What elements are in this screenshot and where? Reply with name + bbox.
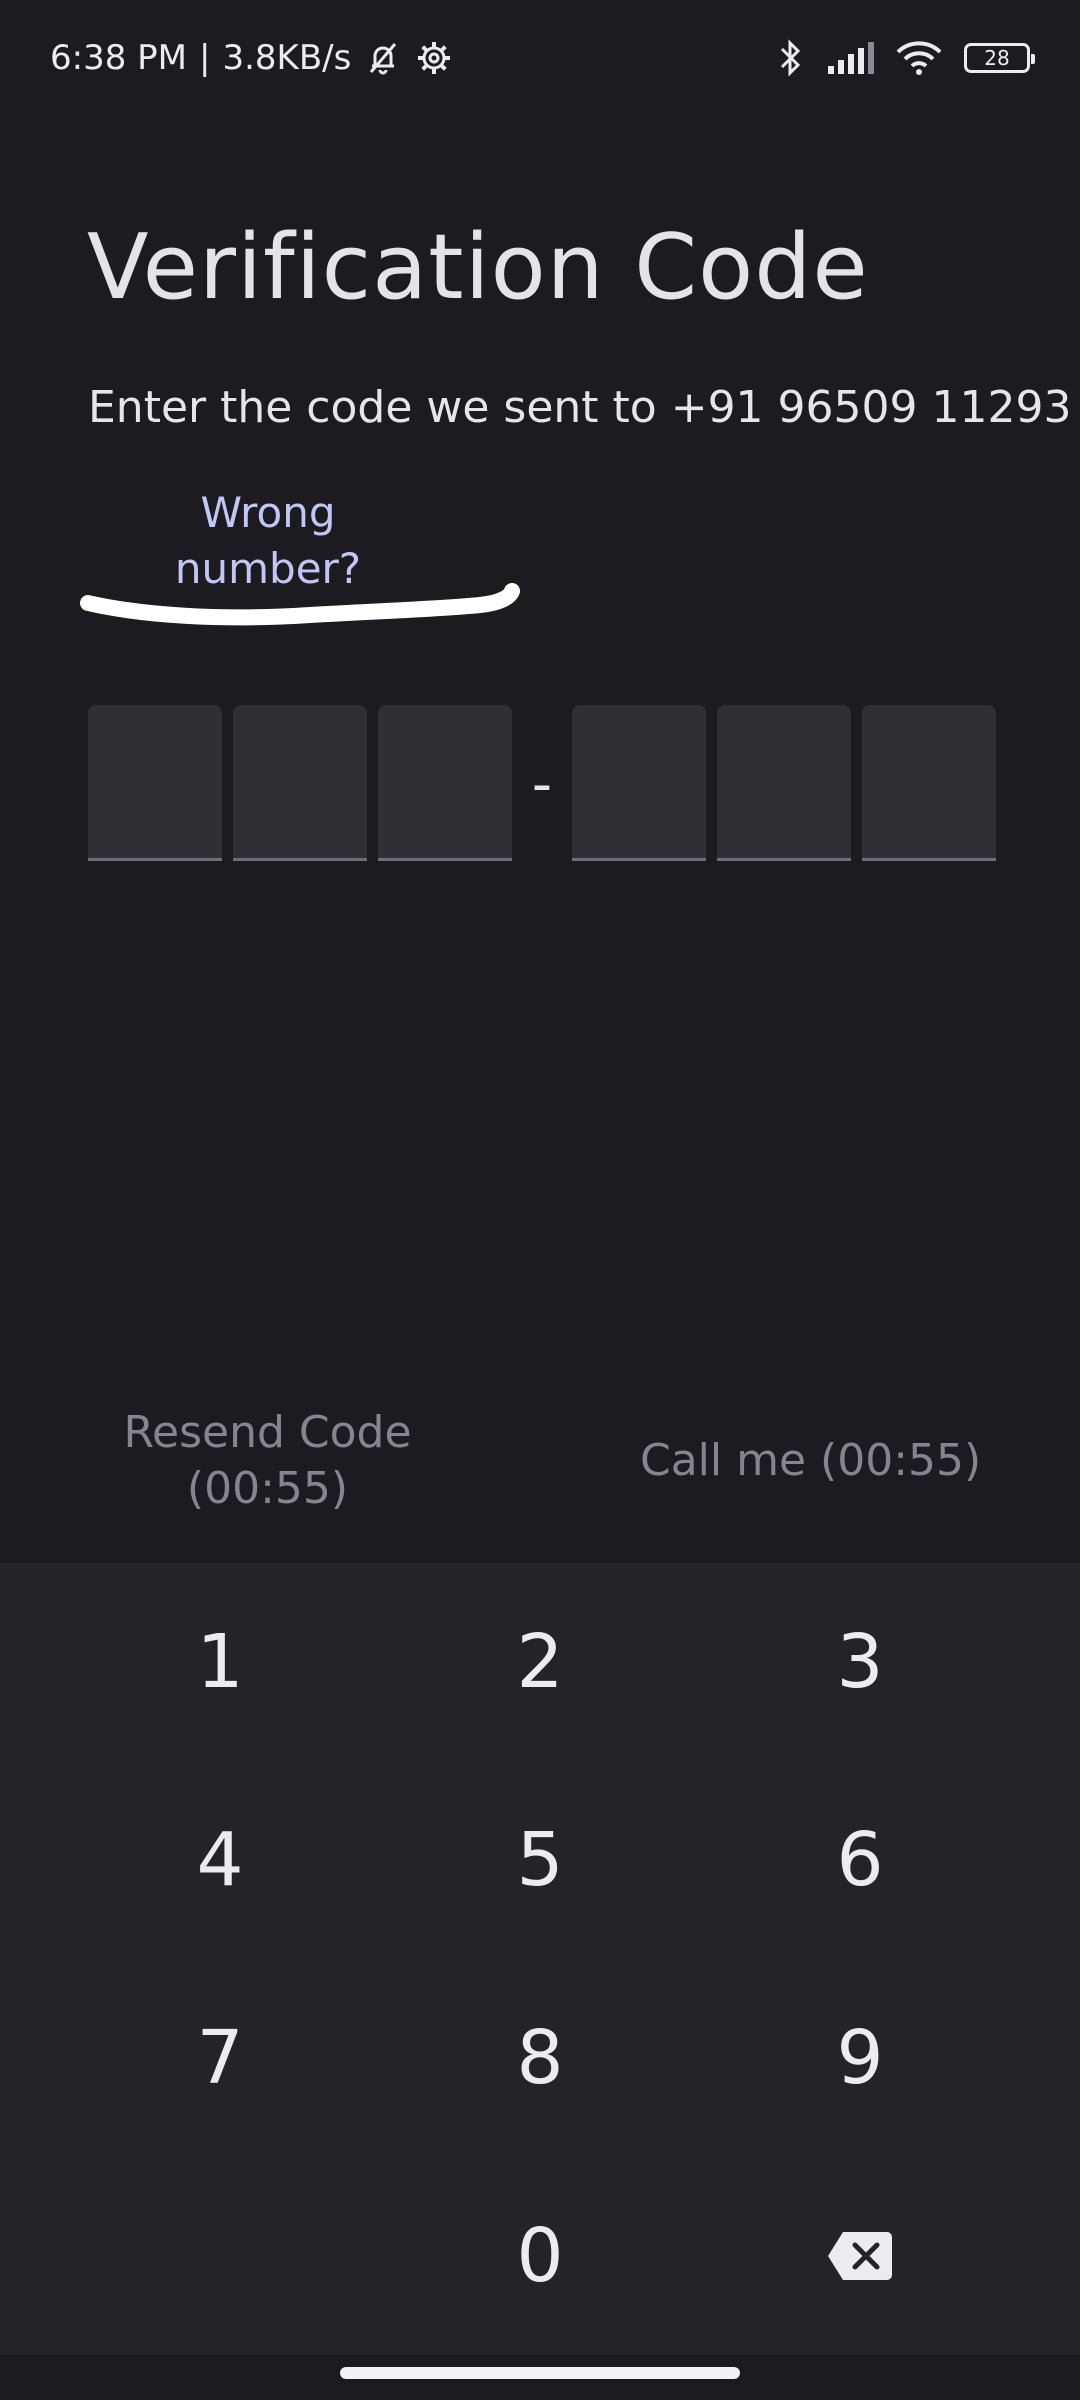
code-digit-6[interactable] <box>862 705 996 861</box>
battery-indicator: 28 <box>964 43 1035 73</box>
wrong-number-line1: Wrong <box>200 488 336 537</box>
resend-label: Resend Code <box>123 1407 412 1458</box>
status-net-speed: 3.8KB/s <box>222 38 352 78</box>
code-digit-5[interactable] <box>717 705 851 861</box>
signal-icon <box>826 42 874 74</box>
call-me-button[interactable]: Call me (00:55) <box>640 1435 981 1486</box>
status-right: 28 <box>778 39 1035 77</box>
status-bar: 6:38 PM | 3.8KB/s 28 <box>0 0 1080 116</box>
key-2[interactable]: 2 <box>380 1563 700 1761</box>
status-left: 6:38 PM | 3.8KB/s <box>50 38 453 78</box>
code-digit-1[interactable] <box>88 705 222 861</box>
status-separator: | <box>199 38 211 78</box>
key-0[interactable]: 0 <box>380 2157 700 2355</box>
page-title: Verification Code <box>87 215 869 320</box>
backspace-icon <box>827 2230 893 2282</box>
resend-timer: (00:55) <box>186 1463 349 1514</box>
code-digit-4[interactable] <box>572 705 706 861</box>
status-time: 6:38 PM <box>50 38 187 78</box>
key-3[interactable]: 3 <box>700 1563 1020 1761</box>
white-scribble-mark <box>80 583 520 626</box>
code-input-row: - <box>88 705 1007 861</box>
numeric-keypad: 1 2 3 4 5 6 7 8 9 0 <box>0 1563 1080 2355</box>
settings-gear-icon <box>415 39 453 77</box>
key-6[interactable]: 6 <box>700 1761 1020 1959</box>
key-5[interactable]: 5 <box>380 1761 700 1959</box>
code-separator: - <box>531 752 553 817</box>
home-indicator[interactable] <box>340 2367 740 2379</box>
resend-code-button[interactable]: Resend Code (00:55) <box>110 1405 425 1517</box>
wifi-icon <box>896 40 942 76</box>
code-digit-3[interactable] <box>378 705 512 861</box>
code-digit-2[interactable] <box>233 705 367 861</box>
code-sent-message: Enter the code we sent to +91 96509 1129… <box>88 382 1072 433</box>
key-1[interactable]: 1 <box>60 1563 380 1761</box>
key-7[interactable]: 7 <box>60 1959 380 2157</box>
key-9[interactable]: 9 <box>700 1959 1020 2157</box>
backspace-key[interactable] <box>700 2157 1020 2355</box>
key-4[interactable]: 4 <box>60 1761 380 1959</box>
key-8[interactable]: 8 <box>380 1959 700 2157</box>
silent-mode-icon <box>363 38 403 78</box>
verification-screen: 6:38 PM | 3.8KB/s 28 Verification Code E… <box>0 0 1080 2400</box>
bluetooth-icon <box>778 39 804 77</box>
